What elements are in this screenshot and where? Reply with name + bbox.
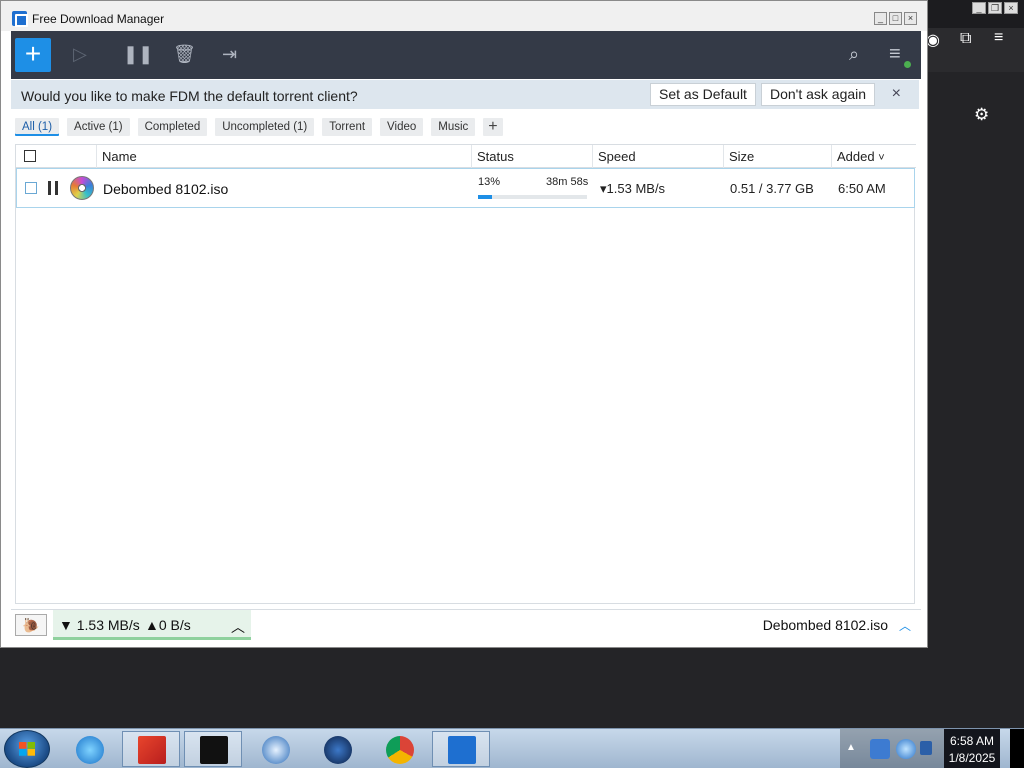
status-bar: 🐌 ▼ 1.53 MB/s ▲0 B/s ︿ Debombed 8102.iso… — [11, 609, 921, 640]
column-added[interactable]: Added ˅ — [831, 145, 915, 168]
dont-ask-again-button[interactable]: Don't ask again — [761, 83, 876, 106]
red-app-icon — [138, 736, 166, 764]
system-clock[interactable]: 6:58 AM 1/8/2025 — [944, 729, 1000, 768]
browser-menu-icon[interactable]: ≡ — [994, 29, 1003, 47]
taskbar-internet-explorer[interactable] — [60, 731, 118, 767]
speed-limit-snail-icon[interactable]: 🐌 — [15, 614, 47, 636]
pause-all-icon[interactable]: ❚❚ — [123, 44, 153, 64]
taskbar-chrome[interactable] — [370, 731, 428, 767]
sort-desc-icon: ˅ — [878, 152, 885, 164]
filter-active[interactable]: Active (1) — [67, 118, 130, 136]
filter-torrent[interactable]: Torrent — [322, 118, 373, 136]
default-client-banner: Would you like to make FDM the default t… — [11, 80, 919, 109]
set-as-default-button[interactable]: Set as Default — [650, 83, 756, 106]
close-icon[interactable]: × — [1004, 2, 1018, 14]
background-window-controls: _ ❐ × — [972, 2, 1018, 14]
close-button[interactable]: × — [904, 12, 917, 25]
browser-icon — [386, 736, 414, 764]
disc-image-icon — [70, 176, 94, 200]
start-button[interactable] — [4, 730, 50, 768]
minimize-icon[interactable]: _ — [972, 2, 986, 14]
system-tray: ▲ — [840, 729, 944, 768]
delete-trash-icon[interactable]: 🗑 — [173, 44, 196, 64]
window-controls: _ □ × — [874, 12, 917, 25]
minimize-button[interactable]: _ — [874, 12, 887, 25]
search-icon[interactable]: ⌕ — [849, 44, 859, 64]
title-bar: Free Download Manager _ □ × — [1, 1, 927, 31]
filter-tabs: All (1) Active (1) Completed Uncompleted… — [15, 118, 503, 136]
download-list: Name Status Speed Size Added ˅ Debombed … — [15, 144, 916, 604]
list-header: Name Status Speed Size Added ˅ — [16, 144, 916, 168]
progress-bar — [478, 195, 587, 199]
taskbar-app-red[interactable] — [122, 731, 180, 767]
column-speed[interactable]: Speed — [592, 145, 723, 168]
main-toolbar: + ▷ ❚❚ 🗑 ⇥ ⌕ ≡ — [11, 31, 921, 79]
menu-icon[interactable]: ≡ — [889, 44, 901, 64]
select-all-checkbox[interactable] — [24, 150, 36, 162]
network-icon[interactable] — [870, 739, 890, 759]
volume-icon[interactable] — [920, 741, 932, 755]
close-banner-icon[interactable]: × — [892, 85, 901, 103]
status-indicator-dot — [904, 61, 911, 68]
fdm-taskbar-icon — [448, 736, 476, 764]
maximize-button[interactable]: □ — [889, 12, 902, 25]
filter-completed[interactable]: Completed — [137, 118, 208, 136]
taskbar: ▲ 6:58 AM 1/8/2025 — [0, 728, 1024, 768]
show-desktop-button[interactable] — [1010, 729, 1024, 768]
add-filter-button[interactable]: + — [483, 118, 503, 136]
black-app-icon — [200, 736, 228, 764]
clock-date: 1/8/2025 — [948, 751, 996, 765]
media-player-icon — [262, 736, 290, 764]
time-remaining: 38m 58s — [546, 176, 589, 188]
column-status[interactable]: Status — [471, 145, 592, 168]
restore-icon[interactable]: ❐ — [988, 2, 1002, 14]
taskbar-app-black[interactable] — [184, 731, 242, 767]
download-rate: ▼ 1.53 MB/s — [59, 617, 140, 633]
internet-explorer-icon — [76, 736, 104, 764]
settings-gear-icon[interactable]: ⚙ — [974, 105, 989, 125]
column-added-label: Added — [837, 149, 875, 164]
fdm-app-icon — [12, 11, 28, 27]
row-checkbox[interactable] — [25, 182, 37, 194]
expand-details-chevron-icon[interactable]: ︿ — [899, 617, 911, 634]
taskbar-globe-app[interactable] — [308, 731, 366, 767]
current-file-label: Debombed 8102.iso — [762, 617, 888, 633]
show-hidden-icons-icon[interactable]: ▲ — [846, 742, 856, 753]
taskbar-fdm[interactable] — [432, 731, 490, 767]
pause-icon[interactable] — [48, 181, 58, 195]
column-size[interactable]: Size — [723, 145, 831, 168]
filter-all[interactable]: All (1) — [15, 118, 60, 136]
add-download-button[interactable]: + — [15, 38, 51, 72]
clock-time: 6:58 AM — [949, 734, 995, 748]
extensions-icon[interactable]: ⧉ — [960, 30, 971, 48]
banner-question: Would you like to make FDM the default t… — [21, 88, 358, 104]
upload-rate: ▲0 B/s — [145, 617, 191, 633]
progress-percent: 13% — [478, 176, 501, 188]
chevron-up-icon[interactable]: ︿ — [231, 617, 245, 637]
open-folder-icon[interactable]: ⇥ — [222, 44, 237, 64]
filter-video[interactable]: Video — [380, 118, 424, 136]
profile-icon[interactable]: ◉ — [926, 30, 940, 50]
column-name[interactable]: Name — [96, 145, 472, 168]
fdm-window: Free Download Manager _ □ × + ▷ ❚❚ 🗑 ⇥ ⌕… — [0, 0, 928, 648]
download-added-time: 6:50 AM — [838, 181, 886, 196]
download-name: Debombed 8102.iso — [103, 181, 229, 197]
taskbar-media-player[interactable] — [246, 731, 304, 767]
traffic-summary[interactable]: ▼ 1.53 MB/s ▲0 B/s ︿ — [53, 610, 251, 640]
download-speed: ▾1.53 MB/s — [600, 181, 666, 196]
globe-icon — [324, 736, 352, 764]
filter-uncompleted[interactable]: Uncompleted (1) — [215, 118, 315, 136]
progress-bar-fill — [478, 195, 493, 199]
resume-icon[interactable]: ▷ — [73, 44, 87, 64]
background-toolbar — [928, 28, 1024, 72]
download-size: 0.51 / 3.77 GB — [730, 181, 814, 196]
filter-music[interactable]: Music — [431, 118, 476, 136]
tray-app-icon[interactable] — [896, 739, 916, 759]
window-title: Free Download Manager — [32, 12, 165, 26]
table-row[interactable]: Debombed 8102.iso 13% 38m 58s ▾1.53 MB/s… — [16, 168, 915, 208]
